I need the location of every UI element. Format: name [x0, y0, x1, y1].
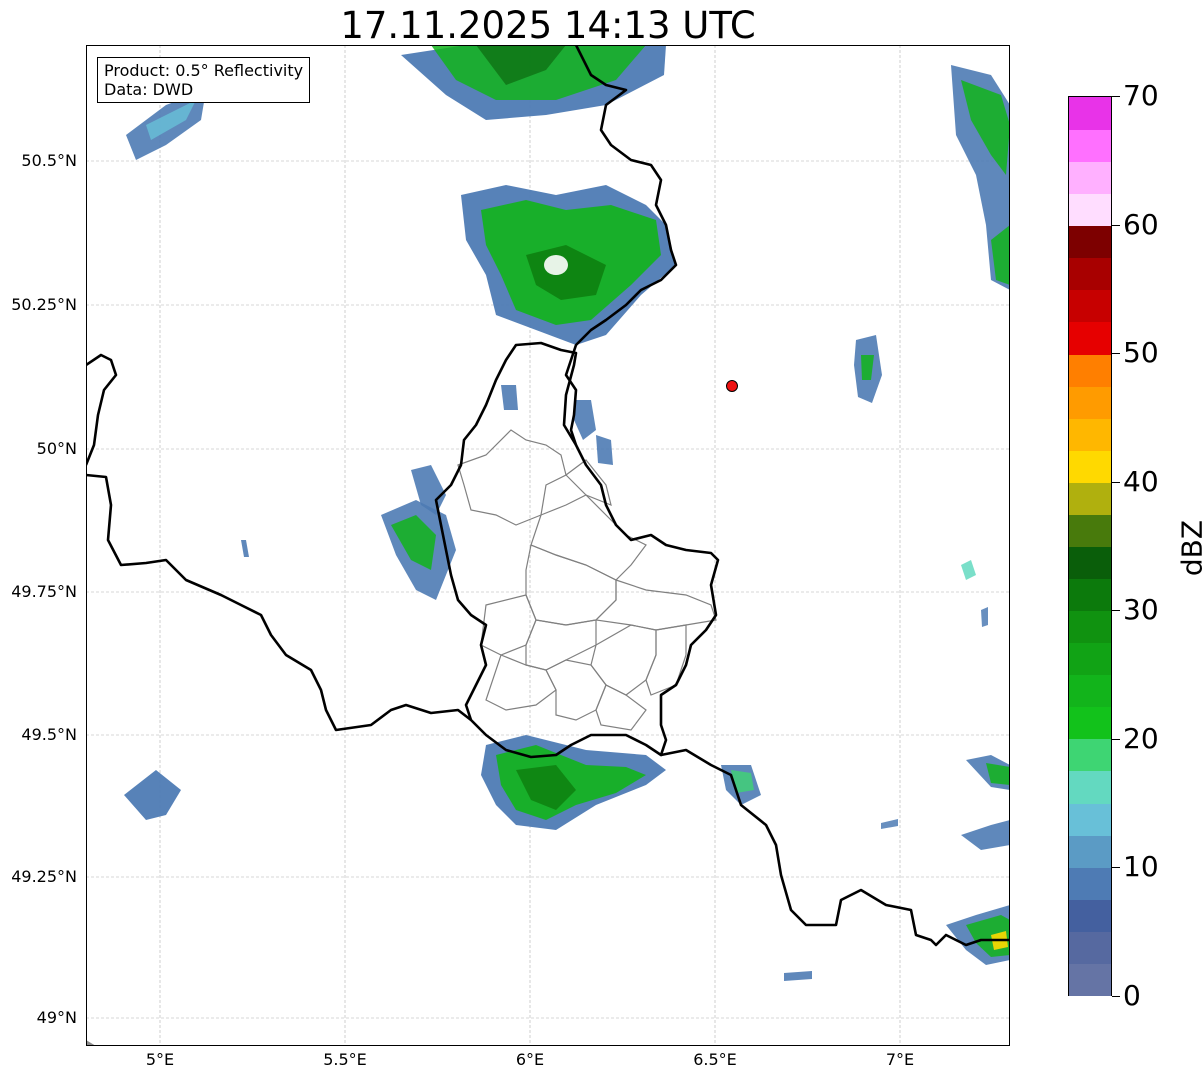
lat-label-49-25: 49.25°N — [11, 867, 77, 886]
colorbar-segment — [1069, 802, 1111, 836]
colorbar-segment — [1069, 257, 1111, 291]
colorbar-segment — [1069, 578, 1111, 612]
info-box: Product: 0.5° Reflectivity Data: DWD — [97, 57, 311, 103]
colorbar-segment — [1069, 642, 1111, 676]
lon-label-6-5: 6.5°E — [693, 1050, 737, 1069]
colorbar-tick — [1112, 353, 1120, 355]
colorbar-tick-label: 10 — [1123, 850, 1159, 884]
colorbar-segment — [1069, 513, 1111, 547]
colorbar-segment — [1069, 738, 1111, 772]
colorbar-segment — [1069, 546, 1111, 579]
radar-site-marker — [726, 380, 738, 392]
colorbar-segment — [1069, 129, 1111, 163]
colorbar-segment — [1069, 898, 1111, 932]
colorbar-segment — [1069, 610, 1111, 644]
echo-tiny-e2 — [981, 607, 988, 627]
data-source-label: Data: DWD — [104, 80, 194, 99]
lat-label-50-5: 50.5°N — [21, 151, 77, 170]
lat-label-50-25: 50.25°N — [11, 295, 77, 314]
echo-central-hole — [544, 255, 568, 275]
colorbar-segment — [1069, 385, 1111, 419]
colorbar-segment — [1069, 161, 1111, 195]
colorbar-tick-label: 20 — [1123, 721, 1159, 755]
map-title: 17.11.2025 14:13 UTC — [340, 4, 756, 47]
colorbar-label: dBZ — [1175, 519, 1202, 577]
colorbar-segment — [1069, 321, 1111, 355]
colorbar-tick — [1112, 481, 1120, 483]
colorbar — [1068, 96, 1112, 996]
colorbar-segment — [1069, 674, 1111, 708]
colorbar-tick — [1112, 996, 1120, 997]
lat-label-50: 50°N — [36, 439, 77, 458]
colorbar-segment — [1069, 289, 1111, 323]
radar-map[interactable] — [86, 45, 1010, 1046]
colorbar-segment — [1069, 770, 1111, 804]
colorbar-tick — [1112, 96, 1120, 97]
colorbar-segment — [1069, 353, 1111, 387]
colorbar-segment — [1069, 834, 1111, 868]
colorbar-tick-label: 30 — [1123, 593, 1159, 627]
lon-label-7: 7°E — [885, 1050, 915, 1069]
colorbar-tick-label: 60 — [1123, 207, 1159, 241]
lon-label-6: 6°E — [515, 1050, 545, 1069]
colorbar-segment — [1069, 481, 1111, 515]
colorbar-tick-label: 70 — [1123, 79, 1159, 112]
colorbar-segment — [1069, 417, 1111, 451]
lat-label-49-5: 49.5°N — [21, 725, 77, 744]
colorbar-segment — [1069, 97, 1111, 130]
lon-label-5: 5°E — [145, 1050, 175, 1069]
lat-label-49-75: 49.75°N — [11, 582, 77, 601]
colorbar-segment — [1069, 706, 1111, 740]
colorbar-segment — [1069, 962, 1111, 996]
product-label: Product: 0.5° Reflectivity — [104, 61, 304, 80]
colorbar-segment — [1069, 930, 1111, 964]
colorbar-tick — [1112, 867, 1120, 869]
colorbar-segment — [1069, 866, 1111, 900]
colorbar-tick-label: 50 — [1123, 336, 1159, 370]
colorbar-tick-label: 40 — [1123, 464, 1159, 498]
colorbar-tick — [1112, 610, 1120, 612]
lat-label-49: 49°N — [36, 1008, 77, 1027]
colorbar-segment — [1069, 225, 1111, 259]
colorbar-segment — [1069, 193, 1111, 227]
colorbar-segment — [1069, 449, 1111, 483]
colorbar-tick — [1112, 224, 1120, 226]
colorbar-tick-label: 0 — [1123, 979, 1141, 1012]
lon-label-5-5: 5.5°E — [323, 1050, 367, 1069]
colorbar-tick — [1112, 738, 1120, 740]
